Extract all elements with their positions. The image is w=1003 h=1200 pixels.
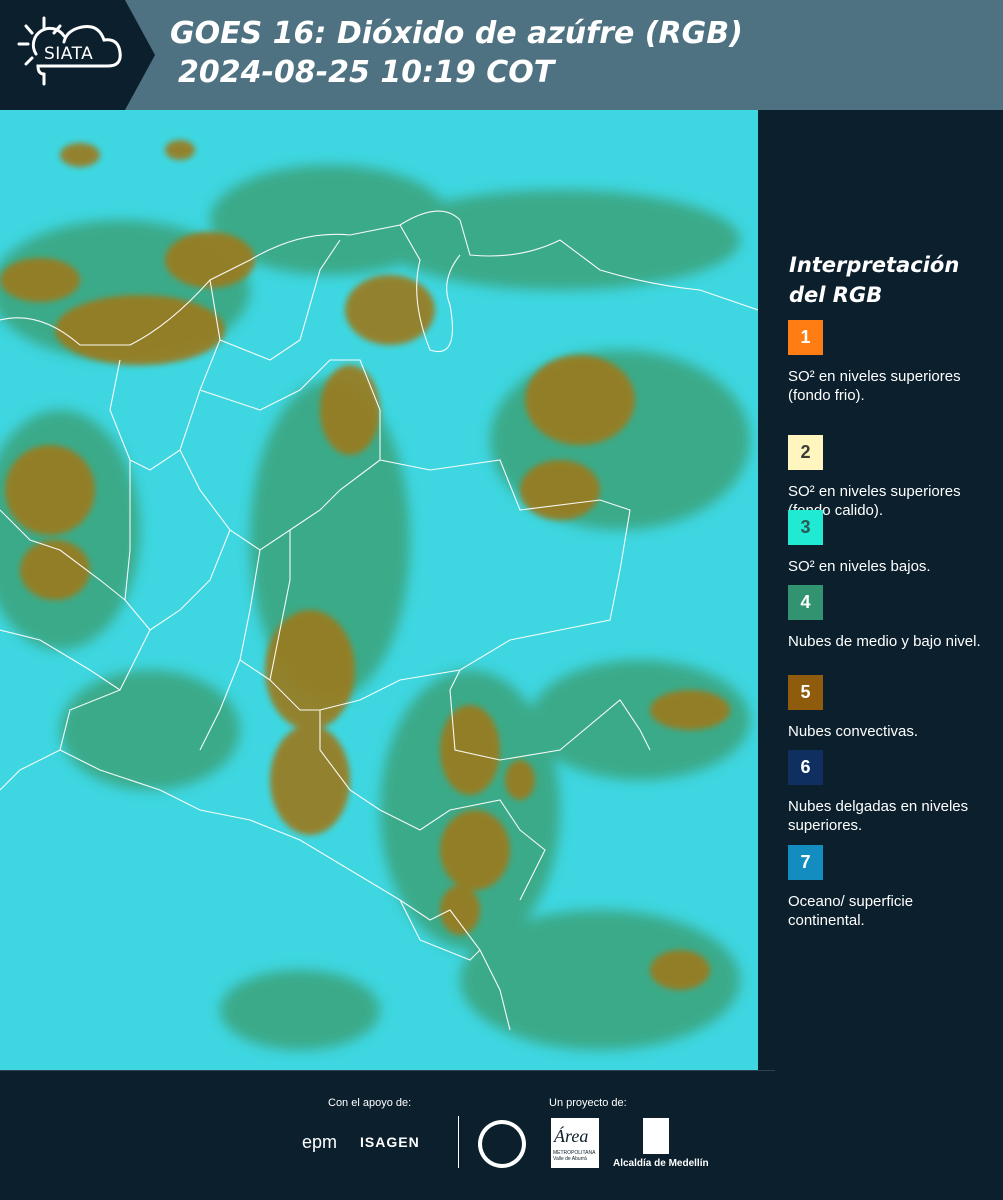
medellin-seal-icon (478, 1120, 526, 1168)
legend-item-text: Nubes convectivas. (788, 723, 919, 740)
legend-title-line2: del RGB (789, 283, 883, 307)
legend-item-text: SO² en niveles bajos. (788, 558, 931, 575)
footer-separator (458, 1116, 459, 1168)
legend-swatch: 3 (788, 510, 823, 545)
alcaldia-label: Alcaldía de Medellín (613, 1158, 709, 1169)
page-title: GOES 16: Dióxido de azúfre (RGB) (170, 16, 743, 51)
support-label: Con el apoyo de: (328, 1097, 412, 1109)
legend-swatch: 6 (788, 750, 823, 785)
legend-item: 4 Nubes de medio y bajo nivel. (788, 585, 988, 651)
alcaldia-building-icon (643, 1118, 669, 1154)
area-metropolitana-logo: Área METROPOLITANA Valle de Aburrá (551, 1118, 599, 1168)
footer-divider (0, 1070, 775, 1071)
logo-text: SIATA (44, 44, 94, 64)
legend-title: Interpretación del RGB (789, 250, 959, 310)
area-logo-text: Área (554, 1126, 589, 1146)
satellite-map-image (0, 110, 758, 1070)
footer: Con el apoyo de: Un proyecto de: epm ISA… (0, 1070, 1003, 1200)
legend-swatch: 2 (788, 435, 823, 470)
legend-item-text: Oceano/ superficie continental. (788, 893, 914, 929)
legend-title-line1: Interpretación (789, 253, 960, 277)
legend-item: 2 SO² en niveles superiores (fondo calido… (788, 435, 988, 520)
project-label: Un proyecto de: (549, 1097, 627, 1109)
legend-item-text: Nubes de medio y bajo nivel. (788, 633, 981, 650)
legend-item: 5 Nubes convectivas. (788, 675, 988, 741)
legend-item-text: Nubes delgadas en niveles superiores. (788, 798, 969, 834)
legend-swatch: 5 (788, 675, 823, 710)
legend-item: 7 Oceano/ superficie continental. (788, 845, 988, 930)
legend-panel: Interpretación del RGB 1 SO² en niveles s… (758, 110, 1003, 1070)
legend-swatch: 4 (788, 585, 823, 620)
logo-block: SIATA (0, 0, 155, 110)
epm-logo: epm (302, 1132, 338, 1152)
page-timestamp: 2024-08-25 10:19 COT (178, 55, 555, 90)
satellite-map (0, 110, 758, 1070)
legend-item-text: SO² en niveles superiores (fondo frio). (788, 368, 961, 404)
legend-item: 3 SO² en niveles bajos. (788, 510, 988, 576)
legend-item: 6 Nubes delgadas en niveles superiores. (788, 750, 988, 835)
header-bar: SIATA GOES 16: Dióxido de azúfre (RGB) 2… (0, 0, 1003, 110)
legend-swatch: 1 (788, 320, 823, 355)
legend-item: 1 SO² en niveles superiores (fondo frio). (788, 320, 988, 405)
isagen-logo: ISAGEN (360, 1134, 420, 1150)
legend-swatch: 7 (788, 845, 823, 880)
area-logo-sub: METROPOLITANA Valle de Aburrá (553, 1150, 596, 1162)
